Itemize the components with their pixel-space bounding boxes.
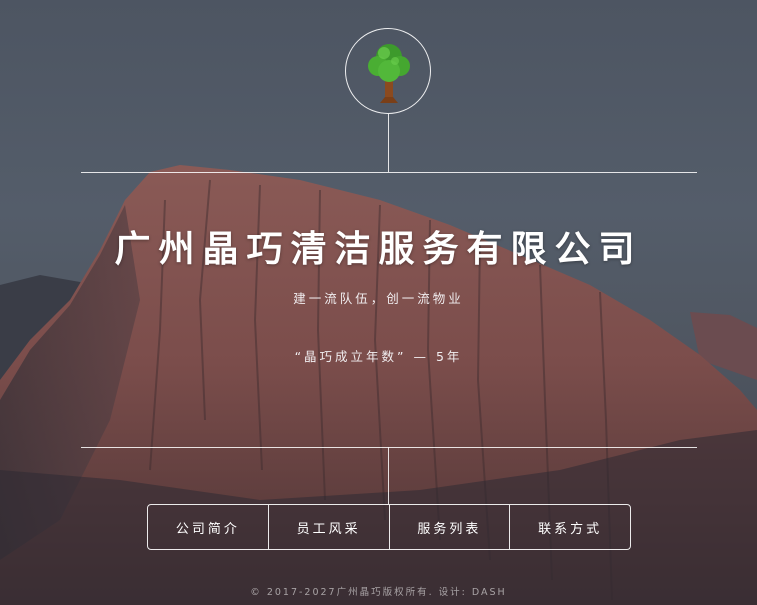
logo-connector-line <box>388 114 389 172</box>
logo-ring <box>345 28 431 114</box>
bottom-divider <box>81 447 697 448</box>
nav-item-staff[interactable]: 员工风采 <box>267 505 389 549</box>
footer-copyright: © 2017-2027广州晶巧版权所有. 设计: DASH <box>250 587 507 598</box>
nav-item-contact[interactable]: 联系方式 <box>509 505 630 549</box>
main-nav: 公司简介 员工风采 服务列表 联系方式 <box>147 504 631 550</box>
years-established: “晶巧成立年数” — 5年 <box>294 349 463 364</box>
nav-item-about[interactable]: 公司简介 <box>148 505 268 549</box>
company-slogan: 建一流队伍，创一流物业 <box>293 291 464 306</box>
tree-icon <box>368 44 410 103</box>
nav-connector-line <box>388 447 389 504</box>
top-divider <box>81 172 697 173</box>
company-title: 广州晶巧清洁服务有限公司 <box>114 229 643 270</box>
nav-item-services[interactable]: 服务列表 <box>388 505 510 549</box>
